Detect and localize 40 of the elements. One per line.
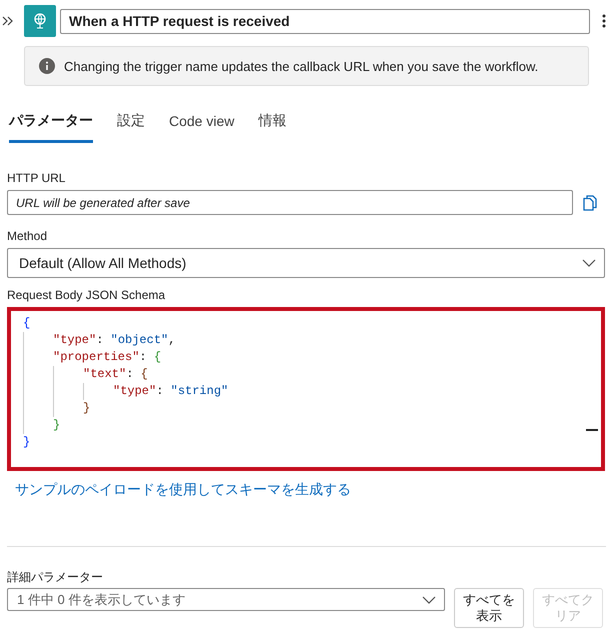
chevron-down-icon <box>422 596 436 604</box>
copy-icon <box>583 194 597 210</box>
code-token: { <box>140 367 148 381</box>
code-token: : <box>156 384 164 398</box>
info-icon <box>39 58 55 74</box>
field-label: Request Body JSON Schema <box>7 288 166 302</box>
code-token: "text" <box>83 367 126 381</box>
code-token: { <box>154 350 162 364</box>
chevron-down-icon <box>582 259 596 267</box>
code-token: "properties" <box>53 350 140 364</box>
code-editor[interactable]: { "type": "object", "properties": { "text": { "type": "string" } } } <box>7 307 605 471</box>
code-token: "type" <box>53 333 96 347</box>
parameter-dropdown[interactable]: 1 件中 0 件を表示しています <box>7 588 445 611</box>
code-token: "string" <box>170 384 228 398</box>
code-token: : <box>96 333 104 347</box>
double-chevron-icon <box>2 15 14 27</box>
code-token: { <box>23 316 30 330</box>
tab[interactable]: 設定 <box>117 108 145 143</box>
tab[interactable]: Code view <box>169 108 234 143</box>
field-label: HTTP URL <box>7 171 66 185</box>
tab[interactable]: パラメーター <box>9 108 93 143</box>
more-icon <box>602 14 606 28</box>
info-text: Changing the trigger name updates the callback URL when you save the workflow. <box>64 58 538 74</box>
code-token: } <box>53 418 60 432</box>
trigger-icon <box>24 5 56 37</box>
code-token: , <box>168 333 176 347</box>
url-field[interactable]: URL will be generated after save <box>7 190 573 215</box>
generate-schema-link[interactable]: サンプルのペイロードを使用してスキーマを生成する <box>15 481 351 499</box>
code-token: "type" <box>113 384 156 398</box>
method-dropdown[interactable]: Default (Allow All Methods) <box>7 248 605 278</box>
tab[interactable]: 情報 <box>258 108 286 143</box>
code-token: } <box>83 401 90 415</box>
title-field[interactable]: When a HTTP request is received <box>60 8 590 34</box>
code-token: "object" <box>110 333 168 347</box>
code-token: : <box>126 367 134 381</box>
code-token: } <box>23 435 30 449</box>
field-label: Method <box>7 229 48 243</box>
action-button[interactable]: すべてを表示 <box>454 588 524 628</box>
code-token: : <box>139 350 148 364</box>
field-label: 詳細パラメーター <box>7 569 104 586</box>
